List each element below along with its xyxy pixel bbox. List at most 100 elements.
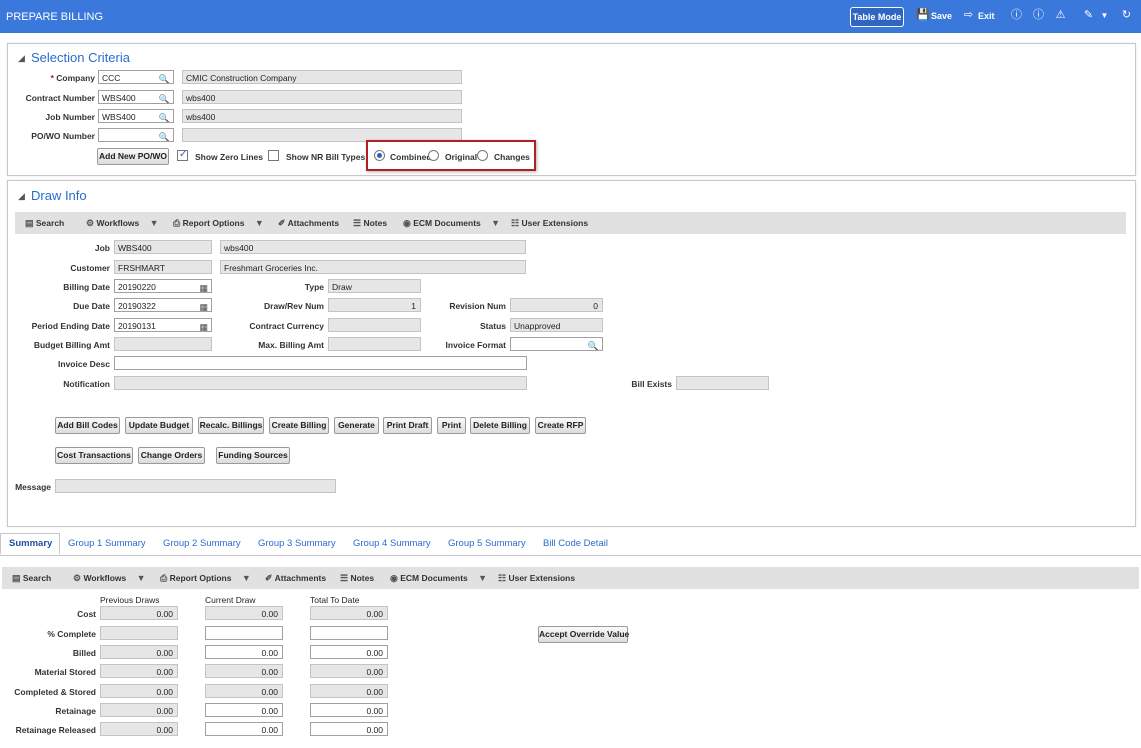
max-billing-amt-value (328, 337, 421, 351)
create-billing-button[interactable]: Create Billing (269, 417, 329, 434)
summary-total-input[interactable]: 0.00 (310, 703, 388, 717)
tab-group-5-summary[interactable]: Group 5 Summary (448, 538, 526, 549)
add-new-po-wo-button[interactable]: Add New PO/WO (97, 148, 169, 165)
save-button[interactable]: Save (931, 11, 952, 21)
chevron-down-icon: ▼ (491, 218, 501, 228)
toolbar-report-options[interactable]: ⎙ Report Options ▼ (173, 218, 264, 229)
search-icon[interactable]: 🔍 (159, 130, 170, 141)
accept-override-value-button[interactable]: Accept Override Value (538, 626, 629, 643)
chevron-down-icon[interactable]: ▼ (1098, 9, 1111, 22)
cost-transactions-button[interactable]: Cost Transactions (55, 447, 133, 464)
period-ending-date-input[interactable]: 20190131 ▦ (114, 318, 212, 332)
tab-group-3-summary[interactable]: Group 3 Summary (258, 538, 336, 549)
summary-current-cell: 0.00 (205, 664, 283, 678)
summary-toolbar-report-options[interactable]: ⎙ Report Options ▼ (160, 573, 251, 584)
radio-original[interactable] (428, 150, 439, 161)
radio-changes[interactable] (477, 150, 488, 161)
recalc-billings-button[interactable]: Recalc. Billings (198, 417, 264, 434)
chevron-down-icon: ▼ (241, 573, 251, 583)
contract-number-input[interactable]: WBS400 🔍 (98, 90, 174, 104)
summary-toolbar-attachments[interactable]: ✐ Attachments (265, 573, 326, 584)
due-date-label: Due Date (73, 301, 110, 311)
draw-rev-num-value: 1 (328, 298, 421, 312)
radio-combined[interactable] (374, 150, 385, 161)
add-bill-codes-button[interactable]: Add Bill Codes (55, 417, 120, 434)
search-icon: ▤ (12, 573, 21, 583)
show-zero-lines-checkbox[interactable]: ✓ (177, 149, 188, 161)
help-icon[interactable]: ⓘ (1032, 9, 1045, 22)
info-icon[interactable]: ⓘ (1010, 9, 1023, 22)
save-icon[interactable]: 💾 (916, 9, 930, 22)
contract-number-label: Contract Number (25, 93, 95, 103)
collapse-triangle-icon[interactable]: ◢ (18, 53, 25, 64)
summary-current-input[interactable] (205, 626, 283, 640)
tab-group-1-summary[interactable]: Group 1 Summary (68, 538, 146, 549)
summary-row-label: % Complete (47, 629, 96, 639)
search-icon[interactable]: 🔍 (159, 111, 170, 122)
job-number-input[interactable]: WBS400 🔍 (98, 109, 174, 123)
summary-toolbar-user-extensions[interactable]: ☷ User Extensions (498, 573, 575, 584)
toolbar-user-extensions[interactable]: ☷ User Extensions (511, 218, 588, 229)
toolbar-ecm-documents[interactable]: ◉ ECM Documents ▼ (403, 218, 500, 229)
po-wo-number-input[interactable]: 🔍 (98, 128, 174, 142)
status-label: Status (480, 321, 506, 331)
summary-total-input[interactable]: 0.00 (310, 722, 388, 736)
exit-button[interactable]: Exit (978, 11, 995, 21)
update-budget-button[interactable]: Update Budget (125, 417, 193, 434)
collapse-triangle-icon[interactable]: ◢ (18, 191, 25, 202)
change-orders-button[interactable]: Change Orders (138, 447, 205, 464)
summary-toolbar-notes[interactable]: ☰ Notes (340, 573, 374, 584)
message-value (55, 479, 336, 493)
toolbar-attachments[interactable]: ✐ Attachments (278, 218, 339, 229)
budget-billing-amt-value (114, 337, 212, 351)
summary-total-input[interactable]: 0.00 (310, 645, 388, 659)
delete-billing-button[interactable]: Delete Billing (470, 417, 530, 434)
show-nr-bill-types-checkbox[interactable] (268, 150, 279, 161)
edit-icon[interactable]: ✎ (1082, 9, 1095, 22)
calendar-icon[interactable]: ▦ (199, 300, 208, 311)
search-icon[interactable]: 🔍 (159, 92, 170, 103)
notes-icon: ☰ (340, 573, 349, 583)
summary-total-input[interactable] (310, 626, 388, 640)
period-ending-date-label: Period Ending Date (31, 321, 110, 331)
calendar-icon[interactable]: ▦ (199, 281, 208, 292)
toolbar-workflows[interactable]: ⚙ Workflows ▼ (86, 218, 159, 229)
summary-toolbar-search[interactable]: ▤ Search (12, 573, 51, 584)
summary-current-input[interactable]: 0.00 (205, 645, 283, 659)
tab-group-4-summary[interactable]: Group 4 Summary (353, 538, 431, 549)
tab-summary[interactable]: Summary (9, 538, 52, 549)
print-draft-button[interactable]: Print Draft (383, 417, 432, 434)
summary-toolbar-ecm-documents[interactable]: ◉ ECM Documents ▼ (390, 573, 487, 584)
search-icon[interactable]: 🔍 (588, 339, 599, 350)
exit-icon[interactable]: ⇨ (962, 9, 975, 22)
warning-icon[interactable]: ⚠ (1054, 9, 1067, 22)
toolbar-notes[interactable]: ☰ Notes (353, 218, 387, 229)
bill-exists-label: Bill Exists (631, 379, 672, 389)
contract-currency-label: Contract Currency (249, 321, 324, 331)
summary-current-input[interactable]: 0.00 (205, 722, 283, 736)
summary-row-label: Retainage Released (15, 725, 96, 735)
summary-current-input[interactable]: 0.00 (205, 703, 283, 717)
tab-bill-code-detail[interactable]: Bill Code Detail (543, 538, 608, 549)
billing-date-input[interactable]: 20190220 ▦ (114, 279, 212, 293)
refresh-icon[interactable]: ↻ (1120, 9, 1133, 22)
create-rfp-button[interactable]: Create RFP (535, 417, 586, 434)
summary-previous-cell: 0.00 (100, 684, 178, 698)
company-input[interactable]: CCC 🔍 (98, 70, 174, 84)
print-button[interactable]: Print (437, 417, 466, 434)
calendar-icon[interactable]: ▦ (199, 320, 208, 331)
table-mode-button[interactable]: Table Mode (850, 7, 904, 27)
funding-sources-button[interactable]: Funding Sources (216, 447, 290, 464)
job-description: wbs400 (182, 109, 462, 123)
search-icon[interactable]: 🔍 (159, 72, 170, 83)
summary-toolbar-workflows[interactable]: ⚙ Workflows ▼ (73, 573, 146, 584)
chevron-down-icon: ▼ (478, 573, 488, 583)
type-label: Type (304, 282, 324, 292)
tab-group-2-summary[interactable]: Group 2 Summary (163, 538, 241, 549)
summary-row-label: Retainage (55, 706, 96, 716)
invoice-desc-input[interactable] (114, 356, 527, 370)
generate-button[interactable]: Generate (334, 417, 379, 434)
invoice-format-input[interactable]: 🔍 (510, 337, 603, 351)
toolbar-search[interactable]: ▤ Search (25, 218, 64, 229)
due-date-input[interactable]: 20190322 ▦ (114, 298, 212, 312)
